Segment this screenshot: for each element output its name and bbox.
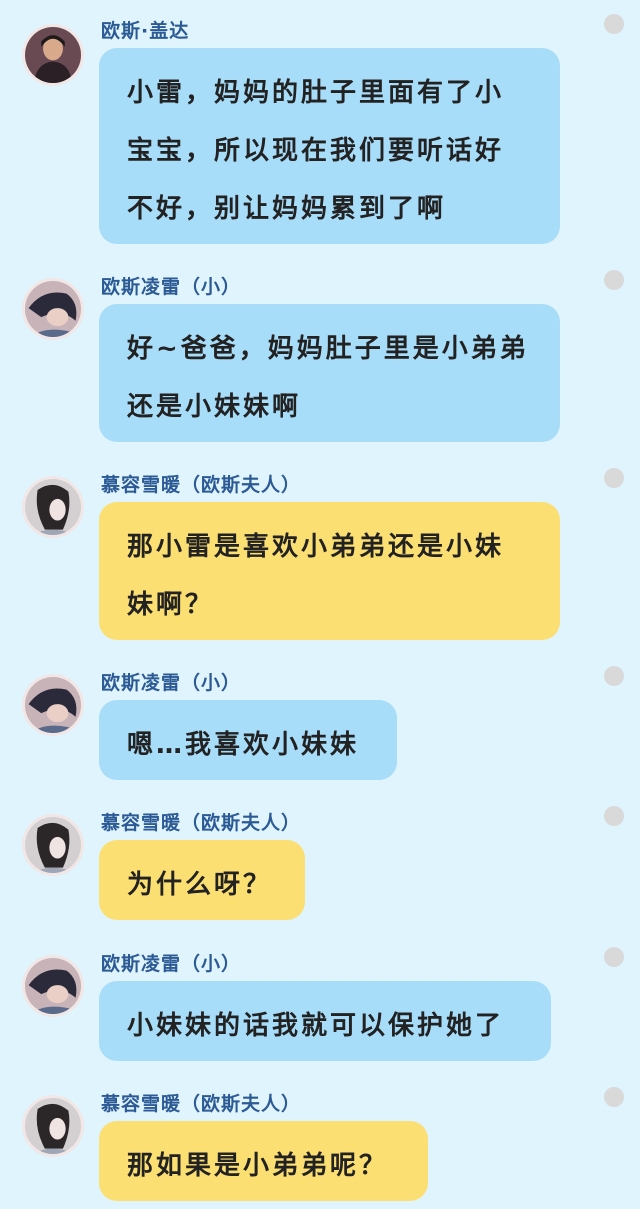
sender-name: 慕容雪暖（欧斯夫人） [101, 1093, 302, 1115]
message-bubble: 嗯…我喜欢小妹妹 [99, 700, 397, 780]
message-select-dot[interactable] [604, 270, 624, 290]
sender-name: 慕容雪暖（欧斯夫人） [101, 812, 302, 834]
boy-avatar-icon[interactable] [22, 674, 84, 736]
sender-name: 欧斯凌雷（小） [101, 276, 242, 298]
message-bubble: 小雷，妈妈的肚子里面有了小宝宝，所以现在我们要听话好不好，别让妈妈累到了啊 [99, 48, 560, 244]
sender-name: 欧斯凌雷（小） [101, 672, 242, 694]
woman-avatar-icon[interactable] [22, 814, 84, 876]
woman-avatar-icon[interactable] [22, 1095, 84, 1157]
message-select-dot[interactable] [604, 806, 624, 826]
sender-name: 欧斯·盖达 [101, 20, 190, 42]
message-bubble: 小妹妹的话我就可以保护她了 [99, 981, 551, 1061]
message-select-dot[interactable] [604, 947, 624, 967]
sender-name: 欧斯凌雷（小） [101, 953, 242, 975]
message-select-dot[interactable] [604, 14, 624, 34]
message-bubble: 好~爸爸，妈妈肚子里是小弟弟还是小妹妹啊 [99, 304, 560, 442]
message-bubble: 那如果是小弟弟呢？ [99, 1121, 428, 1201]
woman-avatar-icon[interactable] [22, 476, 84, 538]
sender-name: 慕容雪暖（欧斯夫人） [101, 474, 302, 496]
message-bubble: 为什么呀？ [99, 840, 305, 920]
boy-avatar-icon[interactable] [22, 278, 84, 340]
message-select-dot[interactable] [604, 468, 624, 488]
message-select-dot[interactable] [604, 1087, 624, 1107]
message-select-dot[interactable] [604, 666, 624, 686]
boy-avatar-icon[interactable] [22, 955, 84, 1017]
message-bubble: 那小雷是喜欢小弟弟还是小妹妹啊？ [99, 502, 560, 640]
man-avatar-icon[interactable] [22, 24, 84, 86]
